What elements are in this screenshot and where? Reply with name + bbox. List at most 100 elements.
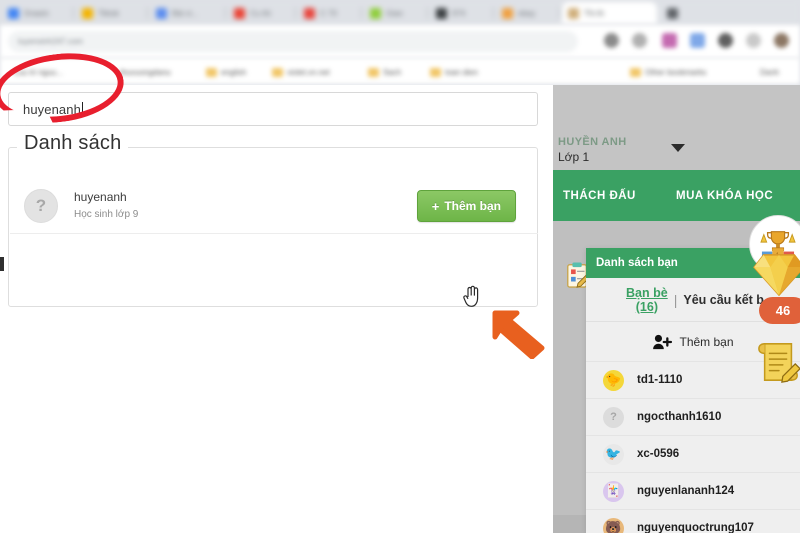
tab-title: Drawin <box>24 8 49 18</box>
tab-favicon-icon <box>8 7 19 19</box>
tab-favicon-icon <box>502 7 513 19</box>
app-user-name: HUYỀN ANH <box>558 136 627 148</box>
bookmark-item-7[interactable]: Danh <box>760 65 779 79</box>
tab-divider: | <box>673 291 678 308</box>
tab-title: C 70 <box>320 8 337 18</box>
scroll-quest-icon[interactable] <box>757 338 800 391</box>
search-result-subtitle: Học sinh lớp 9 <box>74 209 139 220</box>
app-user-bar: HUYỀN ANH Lớp 1 <box>553 85 800 170</box>
chick-avatar-icon: 🐤 <box>603 369 624 391</box>
friend-list-item-name: nguyenlananh124 <box>637 485 735 497</box>
bookmark-label: Sach <box>383 67 402 77</box>
friend-list-item-name: nguyenquoctrung107 <box>637 522 754 533</box>
tab-separator <box>295 7 296 19</box>
tab-separator <box>225 7 226 19</box>
friend-list-item-name: td1-1110 <box>637 374 683 386</box>
tab-separator <box>427 7 428 19</box>
question-avatar-icon: ? <box>603 406 624 428</box>
folder-icon <box>430 67 441 77</box>
bookmark-item-4[interactable]: Sach <box>368 65 401 79</box>
diamond-icon <box>753 254 800 297</box>
search-result-meta: huyenanh Học sinh lớp 9 <box>74 189 138 222</box>
tab-title: ebay <box>518 8 536 18</box>
tab-title: 974 <box>452 8 466 18</box>
tab-title: Bài vi... <box>172 8 199 18</box>
extension-icon-2[interactable] <box>632 33 647 48</box>
extension-icon-4[interactable] <box>690 33 705 48</box>
bookmark-item-5[interactable]: toan dien <box>430 65 478 79</box>
extension-icon-5[interactable] <box>718 33 733 48</box>
tab-friends-label: Bạn bè <box>626 285 668 300</box>
browser-tab-9[interactable] <box>661 2 701 24</box>
tab-separator <box>73 7 74 19</box>
friend-list-item-name: xc-0596 <box>637 448 680 460</box>
chevron-down-icon[interactable] <box>671 144 685 152</box>
gem-badge[interactable] <box>752 251 800 302</box>
bookmark-label: Other bookmarks <box>645 67 707 77</box>
plus-icon: + <box>431 198 440 214</box>
tab-friends-count: (16) <box>635 299 658 314</box>
bookmark-label: toan dien <box>445 67 478 77</box>
browser-tab-0[interactable]: Drawin <box>2 2 72 24</box>
browser-tab-2[interactable]: Bài vi... <box>150 2 224 24</box>
results-list-legend: Danh sách <box>17 132 129 155</box>
avatar-placeholder-symbol: ? <box>35 195 47 215</box>
search-result-row[interactable]: ? huyenanh Học sinh lớp 9 + Thêm bạn <box>10 178 538 234</box>
folder-icon <box>272 67 283 77</box>
friend-list-item[interactable]: 🐻 nguyenquoctrung107 <box>586 510 800 533</box>
browser-tab-8[interactable]: Thi th <box>562 2 657 24</box>
friend-list-item[interactable]: 🐦 xc-0596 <box>586 436 800 473</box>
avatar-icon[interactable] <box>774 33 789 48</box>
tab-favicon-icon <box>436 7 447 19</box>
app-panel: HUYỀN ANH Lớp 1 THÁCH ĐẤU MUA KHÓA HỌC 1 <box>553 85 800 533</box>
panel-add-friend-label: Thêm bạn <box>679 334 734 349</box>
tab-separator <box>361 7 362 19</box>
add-friend-button[interactable]: + Thêm bạn <box>416 190 516 222</box>
bookmark-label: english <box>221 67 247 77</box>
tab-favicon-icon <box>667 7 678 19</box>
friend-search-pane: huyenanh Danh sách ? huyenanh Học sinh l… <box>0 85 553 533</box>
search-result-name: huyenanh <box>74 190 127 204</box>
address-bar[interactable]: tuyensinh247.com <box>8 31 578 52</box>
browser-tab-5[interactable]: Gian <box>364 2 426 24</box>
tab-favicon-icon <box>156 7 167 19</box>
friend-list-item[interactable]: ? ngocthanh1610 <box>586 399 800 436</box>
friend-list-item-name: ngocthanh1610 <box>637 411 722 423</box>
browser-tabstrip[interactable]: Drawin Tiktok Bài vi... Cu thi C 70 Gian 974 eb… <box>0 0 800 25</box>
bookmark-item-3[interactable]: violet.vn.net <box>272 65 330 79</box>
extension-icon-1[interactable] <box>604 33 619 48</box>
extension-icon-3[interactable] <box>662 33 677 48</box>
add-friend-button-label: Thêm bạn <box>444 199 501 213</box>
page-left-edge-mark <box>0 257 4 271</box>
gem-count-badge: 46 <box>759 297 800 324</box>
tab-friends[interactable]: Bạn bè (16) <box>626 286 668 314</box>
app-user-grade: Lớp 1 <box>558 150 590 164</box>
browser-tab-3[interactable]: Cu thi <box>228 2 294 24</box>
results-list-container: Danh sách ? huyenanh Học sinh lớp 9 + Th… <box>8 132 538 307</box>
annotation-orange-arrow <box>487 307 549 364</box>
tab-separator <box>147 7 148 19</box>
friend-list-item[interactable]: 🃏 nguyenlananh124 <box>586 473 800 510</box>
browser-toolbar[interactable]: tuyensinh247.com <box>0 25 800 58</box>
tab-separator <box>559 7 560 19</box>
browser-tab-7[interactable]: ebay <box>496 2 558 24</box>
friends-panel-title: Danh sách bạn <box>596 257 678 269</box>
add-person-icon <box>653 334 673 349</box>
browser-tab-6[interactable]: 974 <box>430 2 492 24</box>
tab-favicon-icon <box>304 7 315 19</box>
browser-tab-1[interactable]: Tiktok <box>76 2 146 24</box>
bookmark-item-6[interactable]: Other bookmarks <box>630 65 706 79</box>
browser-tab-4[interactable]: C 70 <box>298 2 360 24</box>
bookmark-item-1[interactable]: thuvuongdanu <box>120 65 171 79</box>
bookmark-item-2[interactable]: english <box>206 65 246 79</box>
bookmark-label: thuvuongdanu <box>120 67 171 77</box>
menu-icon[interactable] <box>746 33 761 48</box>
address-bar-text: tuyensinh247.com <box>18 37 83 46</box>
tab-favicon-icon <box>370 7 381 19</box>
tab-title: Tiktok <box>98 8 120 18</box>
jester-avatar-icon: 🃏 <box>603 480 624 502</box>
avatar: ? <box>24 188 58 223</box>
nav-item-challenge[interactable]: THÁCH ĐẤU <box>563 190 636 202</box>
folder-icon <box>630 67 641 77</box>
nav-item-buy-course[interactable]: MUA KHÓA HỌC <box>676 190 773 202</box>
